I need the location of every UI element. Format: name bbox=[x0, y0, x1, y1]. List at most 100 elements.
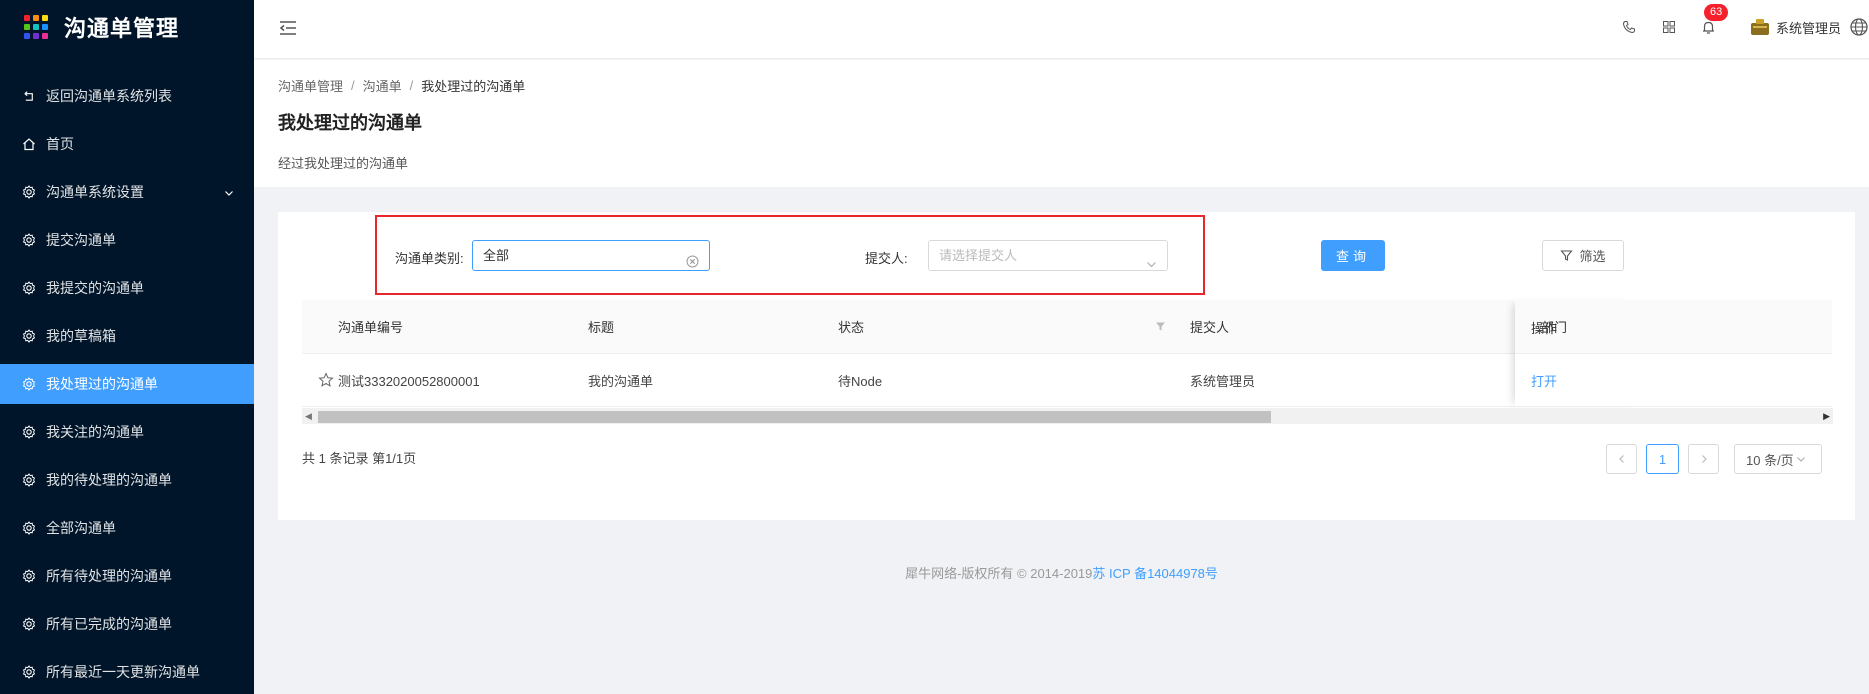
user-menu[interactable]: 系统管理员 bbox=[1750, 18, 1841, 37]
gear-icon bbox=[22, 329, 36, 343]
breadcrumb-item[interactable]: 沟通单管理 bbox=[278, 76, 343, 95]
category-label: 沟通单类别: bbox=[395, 251, 464, 266]
sidebar-item-my-submitted[interactable]: 我提交的沟通单 bbox=[0, 268, 254, 308]
open-link[interactable]: 打开 bbox=[1531, 354, 1557, 407]
column-header-action: 操作 bbox=[1531, 320, 1558, 336]
sidebar-item-return[interactable]: 返回沟通单系统列表 bbox=[0, 76, 254, 116]
globe-icon[interactable] bbox=[1849, 17, 1869, 37]
star-icon[interactable] bbox=[318, 354, 334, 406]
phone-icon[interactable] bbox=[1620, 18, 1638, 36]
gear-icon bbox=[22, 281, 36, 295]
sidebar-item-my-pending[interactable]: 我的待处理的沟通单 bbox=[0, 460, 254, 500]
scroll-right-icon[interactable]: ▶ bbox=[1823, 411, 1830, 422]
scroll-left-icon[interactable]: ◀ bbox=[305, 411, 312, 422]
next-page-button[interactable] bbox=[1688, 444, 1719, 474]
bell-icon[interactable]: 63 bbox=[1700, 4, 1729, 36]
breadcrumb: 沟通单管理 / 沟通单 / 我处理过的沟通单 bbox=[278, 76, 1845, 95]
chevron-right-icon bbox=[1701, 455, 1707, 463]
sidebar-item-all-completed[interactable]: 所有已完成的沟通单 bbox=[0, 604, 254, 644]
page-size-value: 10 条/页 bbox=[1746, 452, 1794, 468]
prev-page-button[interactable] bbox=[1606, 444, 1637, 474]
sidebar-item-my-processed[interactable]: 我处理过的沟通单 bbox=[0, 364, 254, 404]
app-title: 沟通单管理 bbox=[64, 16, 180, 41]
chevron-down-icon bbox=[1796, 457, 1805, 462]
footer: 犀牛网络-版权所有 © 2014-2019苏 ICP 备14044978号 bbox=[254, 563, 1869, 582]
category-select[interactable]: 全部 bbox=[472, 240, 710, 271]
filter-button[interactable]: 筛选 bbox=[1542, 240, 1624, 271]
filter-icon bbox=[1560, 250, 1574, 261]
cell-status: 待Node bbox=[838, 373, 883, 389]
sidebar-item-label: 返回沟通单系统列表 bbox=[46, 88, 172, 104]
breadcrumb-current: 我处理过的沟通单 bbox=[421, 79, 526, 94]
sidebar-item-label: 我提交的沟通单 bbox=[46, 280, 144, 296]
submitter-label: 提交人: bbox=[865, 251, 908, 266]
sidebar-item-label: 首页 bbox=[46, 136, 74, 152]
logo-dot bbox=[42, 24, 48, 30]
submitter-select-placeholder: 请选择提交人 bbox=[939, 248, 1018, 263]
gear-icon bbox=[22, 185, 36, 199]
cell-id: 测试3332020052800001 bbox=[338, 373, 480, 389]
menu-collapse-icon[interactable] bbox=[278, 18, 298, 38]
logo-dot bbox=[24, 33, 30, 39]
gear-icon bbox=[22, 377, 36, 391]
logo-dot bbox=[33, 24, 39, 30]
sidebar: 沟通单管理 返回沟通单系统列表 首页 沟通单系统设置 提交沟通单 我提交的沟通单… bbox=[0, 0, 254, 694]
chevron-down-icon bbox=[224, 185, 234, 201]
submitter-select[interactable]: 请选择提交人 bbox=[928, 240, 1168, 271]
user-name: 系统管理员 bbox=[1775, 20, 1841, 36]
sidebar-item-submit[interactable]: 提交沟通单 bbox=[0, 220, 254, 260]
content-card: 沟通单类别: 全部 提交人: 请选择提交人 查询 筛选 沟通单编号 标题 状态 … bbox=[278, 212, 1855, 520]
brand: 沟通单管理 bbox=[0, 0, 254, 54]
chevron-left-icon bbox=[1618, 455, 1624, 463]
chevron-down-icon bbox=[1146, 251, 1157, 280]
cell-title: 我的沟通单 bbox=[588, 373, 654, 389]
sidebar-item-recent-updated[interactable]: 所有最近一天更新沟通单 bbox=[0, 652, 254, 692]
breadcrumb-item[interactable]: 沟通单 bbox=[363, 76, 402, 95]
page-size-select[interactable]: 10 条/页 bbox=[1734, 444, 1822, 474]
footer-icp-link[interactable]: 苏 ICP 备14044978号 bbox=[1092, 566, 1218, 581]
logo-dot bbox=[33, 33, 39, 39]
page-header: 沟通单管理 / 沟通单 / 我处理过的沟通单 我处理过的沟通单 经过我处理过的沟… bbox=[254, 60, 1869, 187]
apps-grid-icon[interactable] bbox=[1660, 18, 1678, 36]
logo-dot bbox=[24, 15, 30, 21]
horizontal-scrollbar[interactable]: ◀ ▶ bbox=[302, 408, 1833, 424]
gear-icon bbox=[22, 521, 36, 535]
cell-submitter: 系统管理员 bbox=[1190, 373, 1256, 389]
gear-icon bbox=[22, 665, 36, 679]
sidebar-item-label: 所有已完成的沟通单 bbox=[46, 616, 172, 632]
status-filter-icon[interactable] bbox=[1155, 300, 1166, 353]
logo-dot bbox=[24, 24, 30, 30]
filter-button-label: 筛选 bbox=[1579, 249, 1606, 264]
avatar bbox=[1750, 18, 1770, 36]
sidebar-item-label: 全部沟通单 bbox=[46, 520, 116, 536]
sidebar-item-all[interactable]: 全部沟通单 bbox=[0, 508, 254, 548]
gear-icon bbox=[22, 473, 36, 487]
sidebar-item-system-settings[interactable]: 沟通单系统设置 bbox=[0, 172, 254, 212]
sidebar-item-label: 沟通单系统设置 bbox=[46, 184, 144, 200]
page-title: 我处理过的沟通单 bbox=[278, 113, 422, 133]
sidebar-item-home[interactable]: 首页 bbox=[0, 124, 254, 164]
column-header-id: 沟通单编号 bbox=[338, 320, 404, 335]
column-header-submitter: 提交人 bbox=[1190, 320, 1230, 335]
scrollbar-thumb[interactable] bbox=[318, 411, 1271, 423]
sidebar-item-label: 我处理过的沟通单 bbox=[46, 376, 158, 392]
home-icon bbox=[22, 137, 36, 151]
gear-icon bbox=[22, 425, 36, 439]
gear-icon bbox=[22, 233, 36, 247]
column-header-title: 标题 bbox=[588, 320, 615, 335]
pagination-summary: 共 1 条记录 第1/1页 bbox=[302, 451, 417, 466]
sidebar-item-label: 我关注的沟通单 bbox=[46, 424, 144, 440]
sidebar-item-followed[interactable]: 我关注的沟通单 bbox=[0, 412, 254, 452]
top-header: 63 系统管理员 bbox=[254, 0, 1869, 59]
sidebar-item-all-pending[interactable]: 所有待处理的沟通单 bbox=[0, 556, 254, 596]
sidebar-item-drafts[interactable]: 我的草稿箱 bbox=[0, 316, 254, 356]
breadcrumb-separator: / bbox=[409, 78, 414, 93]
data-table: 沟通单编号 标题 状态 提交人 部门 测试3332020052800001 我的… bbox=[302, 300, 1833, 424]
query-button[interactable]: 查询 bbox=[1321, 240, 1385, 271]
sidebar-item-label: 所有待处理的沟通单 bbox=[46, 568, 172, 584]
clear-icon[interactable] bbox=[686, 249, 699, 278]
sidebar-item-label: 我的待处理的沟通单 bbox=[46, 472, 172, 488]
page-number-button[interactable]: 1 bbox=[1646, 444, 1679, 474]
sidebar-menu: 返回沟通单系统列表 首页 沟通单系统设置 提交沟通单 我提交的沟通单 我的草稿箱 bbox=[0, 76, 254, 692]
footer-copyright: 犀牛网络-版权所有 © 2014-2019 bbox=[905, 566, 1093, 581]
